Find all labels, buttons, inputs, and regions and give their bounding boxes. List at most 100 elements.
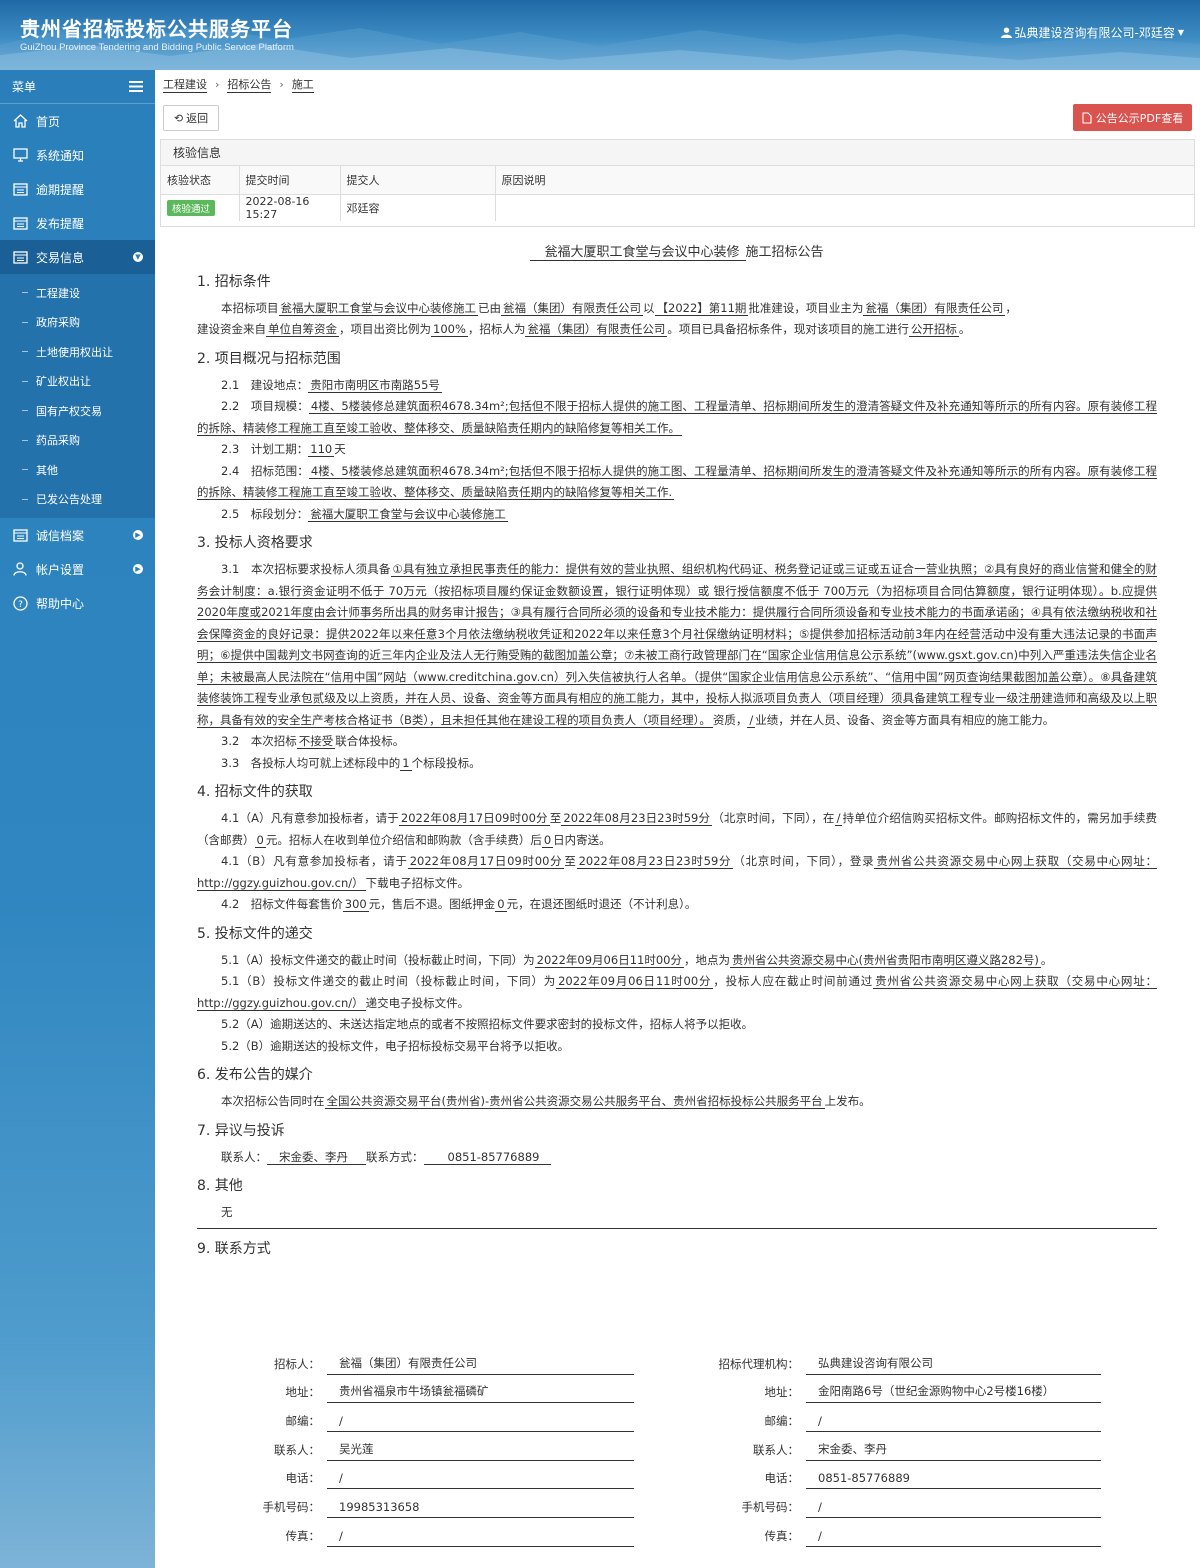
status-badge: 核验通过: [167, 199, 216, 216]
section-paragraph: 2.3 计划工期： 110 天: [197, 439, 1157, 461]
sidebar-subitem-state-property[interactable]: 国有产权交易: [0, 396, 155, 426]
contact-label: 地址：: [285, 1385, 321, 1400]
contact-value: /: [327, 1467, 634, 1490]
column-header: 核验状态: [161, 166, 240, 195]
text: ，投标人应在截止时间前通过: [713, 974, 874, 988]
section-paragraph: 联系人： 宋金委、李丹 联系方式： 0851-85776889: [197, 1147, 1157, 1169]
sidebar-item-label: 逾期提醒: [36, 182, 85, 197]
pdf-view-label: 公告公示PDF查看: [1095, 111, 1184, 125]
sidebar-item-overdue[interactable]: 逾期提醒: [0, 172, 155, 206]
user-menu[interactable]: 弘典建设咨询有限公司-邓廷容 ▼: [1000, 24, 1184, 41]
field: 2022年09月06日11时00分: [556, 974, 714, 989]
sidebar-subitem-drug-procurement[interactable]: 药品采购: [0, 426, 155, 456]
contact-row: 传真： / 传真： /: [250, 1518, 1150, 1547]
contact-label: 地址：: [764, 1385, 800, 1400]
section-paragraph: 2.4 招标范围： 4楼、5楼装修总建筑面积4678.34m²;包括但不限于招标人…: [197, 461, 1157, 504]
sidebar-subitem-other[interactable]: 其他: [0, 455, 155, 485]
announcement-document: 瓮福大厦职工食堂与会议中心装修 施工招标公告 1. 招标条件 本招标项目 瓮福大厦职…: [197, 242, 1158, 1265]
text: 4.1（A）凡有意参加投标者，请于: [221, 811, 399, 825]
section-heading: 5. 投标文件的递交: [197, 925, 313, 942]
text: 4.2 招标文件每套售价: [221, 897, 343, 911]
back-button[interactable]: ⟲ 返回: [163, 105, 219, 131]
breadcrumb-item[interactable]: 施工: [291, 76, 314, 93]
field: 300: [342, 897, 369, 912]
field: 110: [308, 442, 335, 457]
site-title: 贵州省招标投标公共服务平台: [20, 17, 293, 41]
field: 全国公共资源交易平台(贵州省)-贵州省公共资源交易公共服务平台、贵州省招标投标公…: [324, 1094, 825, 1109]
sidebar-item-account[interactable]: 帐户设置 ▶: [0, 552, 155, 586]
text: 5.1（B）投标文件递交的截止时间（投标截止时间，下同）为: [221, 974, 557, 988]
field: 4楼、5楼装修总建筑面积4678.34m²;包括但不限于招标人提供的施工图、工程…: [197, 399, 1157, 436]
text: ，项目出资比例为: [339, 322, 431, 336]
submitter-cell: 邓廷容: [340, 194, 496, 221]
top-header: 贵州省招标投标公共服务平台 GuiZhou Province Tendering…: [0, 0, 1200, 70]
text: 批准建设，项目业主为: [748, 300, 864, 315]
sidebar-item-label: 交易信息: [36, 250, 85, 265]
column-header: 提交时间: [239, 166, 341, 195]
section-paragraph: 2.5 标段划分： 瓮福大厦职工食堂与会议中心装修施工: [197, 504, 1157, 526]
text: 。: [958, 322, 971, 336]
pdf-view-button[interactable]: 公告公示PDF查看: [1073, 104, 1192, 131]
text: 。项目已具备招标条件，现对该项目的施工进行: [667, 322, 909, 336]
text: 2.3 计划工期：: [221, 442, 309, 456]
contact-info: 招标人： 瓮福（集团）有限责任公司 招标代理机构： 弘典建设咨询有限公司 地址： 贵州省…: [250, 1346, 1150, 1547]
sidebar-subitem-gov-procurement[interactable]: 政府采购: [0, 308, 155, 338]
sidebar-subitem-land-transfer[interactable]: 土地使用权出让: [0, 337, 155, 367]
contact-value: /: [327, 1525, 634, 1547]
field: 0851-85776889: [423, 1149, 552, 1165]
table-header-row: 核验状态 提交时间 提交人 原因说明: [161, 166, 1194, 195]
field: 2022年08月17日09时00分: [398, 811, 550, 826]
breadcrumb-item[interactable]: 工程建设: [163, 76, 207, 93]
back-icon: ⟲: [173, 111, 184, 125]
contact-row: 邮编： / 邮编： /: [250, 1403, 1150, 1433]
sidebar-item-credit[interactable]: 诚信档案 ▶: [0, 518, 155, 552]
caret-down-icon: ▼: [1177, 28, 1184, 37]
field: 瓮福（集团）有限责任公司: [525, 322, 668, 337]
sidebar-item-notice[interactable]: 系统通知: [0, 138, 155, 172]
sidebar-item-label: 诚信档案: [36, 528, 85, 543]
contact-label: 招标代理机构：: [718, 1356, 800, 1371]
text: 本招标项目: [221, 300, 279, 315]
table-row: 核验通过 2022-08-16 15:27 邓廷容: [161, 194, 1194, 221]
field: 2022年09月06日11时00分: [534, 952, 684, 968]
field: 1: [400, 755, 412, 771]
sidebar-item-publish[interactable]: 发布提醒: [0, 206, 155, 240]
contact-value: 19985313658: [327, 1496, 634, 1519]
text: 以: [643, 300, 655, 315]
text: 日内寄送。: [553, 832, 611, 847]
text: 联系人：: [221, 1149, 267, 1164]
column-header: 原因说明: [495, 166, 1194, 195]
text: ，: [1005, 300, 1017, 315]
field: 单位自筹资金: [266, 322, 339, 337]
contact-value: /: [327, 1410, 634, 1433]
section-paragraph: 4.1（A）凡有意参加投标者，请于 2022年08月17日09时00分至 2022年…: [197, 808, 1157, 851]
sidebar-item-trade-info[interactable]: 交易信息 ▼: [0, 240, 155, 274]
contact-value: 宋金委、李丹: [806, 1439, 1101, 1461]
sidebar-item-label: 系统通知: [36, 148, 85, 163]
text: 2.4 招标范围：: [221, 463, 309, 478]
sidebar-item-home[interactable]: 首页: [0, 104, 155, 138]
section-paragraph: 4.1（B）凡有意参加投标者，请于 2022年08月17日09时00分至 2022年…: [197, 851, 1158, 894]
sidebar-item-help[interactable]: ? 帮助中心: [0, 586, 155, 620]
breadcrumb-item[interactable]: 招标公告: [227, 76, 272, 93]
user-name: 弘典建设咨询有限公司-邓廷容: [1014, 26, 1175, 40]
help-icon: ?: [12, 595, 28, 611]
sidebar-subitem-mining-rights[interactable]: 矿业权出让: [0, 367, 155, 397]
monitor-icon: [12, 148, 28, 162]
text: 递交电子投标文件。: [365, 995, 470, 1010]
field: 2022年08月17日09时00分: [407, 854, 565, 869]
field: 4楼、5楼装修总建筑面积4678.34m²;包括但不限于招标人提供的施工图、工程…: [197, 463, 1157, 500]
sidebar-subitem-published[interactable]: 已发公告处理: [0, 485, 155, 515]
field: 0: [495, 897, 507, 912]
section-heading: 1. 招标条件: [197, 273, 271, 290]
main-content: 工程建设 › 招标公告 › 施工 ⟲ 返回 公告公示PDF查看 核验信息 核验状…: [155, 70, 1200, 1568]
pdf-file-icon: [1082, 111, 1092, 124]
text: 本次招标公告同时在: [221, 1094, 325, 1108]
contact-row: 联系人： 吴光莲 联系人： 宋金委、李丹: [250, 1432, 1150, 1461]
section-heading: 7. 异议与投诉: [197, 1122, 285, 1139]
sidebar-subitem-engineering[interactable]: 工程建设: [0, 278, 155, 308]
section-paragraph: 5.1（A）投标文件递交的截止时间（投标截止时间，下同）为 2022年09月06日…: [197, 950, 1157, 972]
menu-label: 菜单: [12, 80, 37, 94]
text: 建设资金来自: [197, 322, 266, 336]
hamburger-icon[interactable]: [129, 81, 143, 92]
